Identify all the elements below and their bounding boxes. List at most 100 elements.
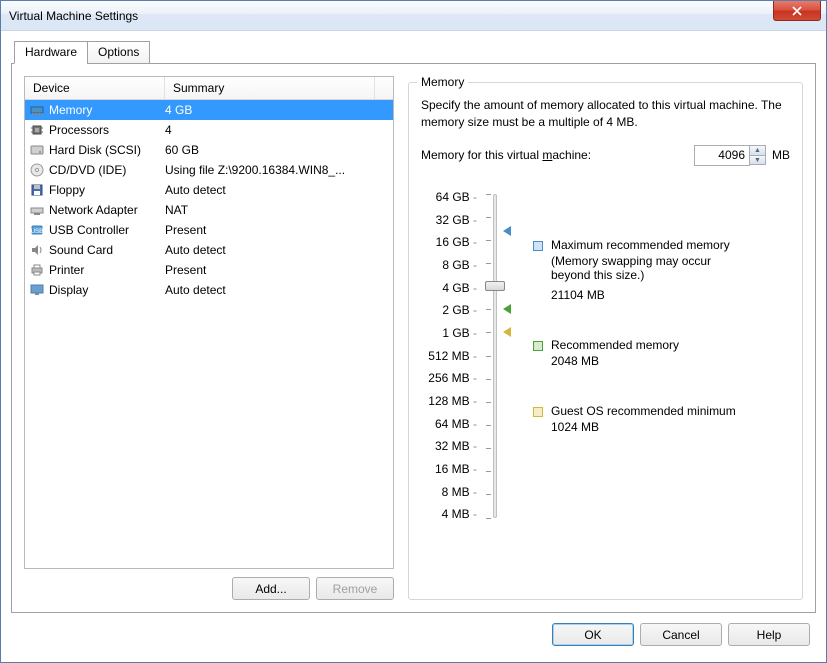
- slider-tick-marks: [486, 194, 491, 518]
- device-label: Printer: [49, 263, 84, 277]
- table-row[interactable]: Display Auto detect: [25, 280, 393, 300]
- table-row[interactable]: Processors 4: [25, 120, 393, 140]
- device-label: Processors: [49, 123, 109, 137]
- tick-label: 8 MB -: [427, 480, 477, 503]
- device-label: USB Controller: [49, 223, 129, 237]
- marker-recommended-icon: [503, 304, 511, 314]
- device-list[interactable]: Device Summary Memory 4 GB Processors 4 Hard…: [24, 76, 394, 569]
- memory-spinner: ▲ ▼: [694, 145, 766, 166]
- tick-label: 512 MB -: [427, 344, 477, 367]
- spin-up[interactable]: ▲: [750, 145, 766, 155]
- list-buttons: Add... Remove: [24, 577, 394, 600]
- device-summary: 60 GB: [165, 143, 389, 157]
- memory-group: Memory Specify the amount of memory allo…: [408, 82, 803, 600]
- close-icon: [792, 6, 802, 16]
- device-summary: NAT: [165, 203, 389, 217]
- device-label: Sound Card: [49, 243, 113, 257]
- slider-thumb[interactable]: [485, 281, 505, 291]
- marker-max-icon: [503, 226, 511, 236]
- memory-input-row: Memory for this virtual machine: ▲ ▼ MB: [421, 145, 790, 166]
- window-title: Virtual Machine Settings: [9, 9, 138, 23]
- tick-label: 32 GB -: [427, 208, 477, 231]
- legend-recommended: Recommended memory 2048 MB: [533, 338, 743, 368]
- help-button[interactable]: Help: [728, 623, 810, 646]
- device-label: Display: [49, 283, 88, 297]
- tick-label: 32 MB -: [427, 435, 477, 458]
- titlebar: Virtual Machine Settings: [1, 1, 826, 31]
- close-button[interactable]: [773, 1, 821, 21]
- col-summary[interactable]: Summary: [165, 77, 375, 99]
- device-label: Floppy: [49, 183, 85, 197]
- square-green-icon: [533, 341, 543, 351]
- detail-panel: Memory Specify the amount of memory allo…: [408, 76, 803, 600]
- spin-down[interactable]: ▼: [750, 155, 766, 165]
- net-icon: [29, 202, 45, 218]
- memory-legend: Maximum recommended memory (Memory swapp…: [533, 186, 743, 546]
- dialog-buttons: OK Cancel Help: [11, 613, 816, 652]
- tick-label: 16 GB -: [427, 231, 477, 254]
- svg-text:USB: USB: [31, 229, 43, 235]
- square-yellow-icon: [533, 407, 543, 417]
- memory-input[interactable]: [694, 145, 750, 166]
- tick-label: 1 GB -: [427, 322, 477, 345]
- table-row[interactable]: Printer Present: [25, 260, 393, 280]
- list-body: Memory 4 GB Processors 4 Hard Disk (SCSI) 60 …: [25, 100, 393, 300]
- cancel-button[interactable]: Cancel: [640, 623, 722, 646]
- tick-label: 2 GB -: [427, 299, 477, 322]
- legend-max: Maximum recommended memory (Memory swapp…: [533, 238, 743, 302]
- list-header: Device Summary: [25, 77, 393, 100]
- table-row[interactable]: Floppy Auto detect: [25, 180, 393, 200]
- table-row[interactable]: CD/DVD (IDE)Using file Z:\9200.16384.WIN…: [25, 160, 393, 180]
- device-label: Memory: [49, 103, 92, 117]
- tick-label: 4 GB -: [427, 276, 477, 299]
- table-row[interactable]: Sound CardAuto detect: [25, 240, 393, 260]
- tick-label: 8 GB -: [427, 254, 477, 277]
- table-row[interactable]: USB USB Controller Present: [25, 220, 393, 240]
- tick-label: 256 MB -: [427, 367, 477, 390]
- device-label: Network Adapter: [49, 203, 138, 217]
- tab-hardware[interactable]: Hardware: [14, 41, 88, 64]
- memory-label: Memory for this virtual machine:: [421, 148, 688, 162]
- memory-icon: [29, 102, 45, 118]
- device-summary: 4 GB: [165, 103, 389, 117]
- device-summary: Auto detect: [165, 183, 389, 197]
- sound-icon: [29, 242, 45, 258]
- cd-icon: [29, 162, 45, 178]
- device-label: Hard Disk (SCSI): [49, 143, 141, 157]
- tick-label: 16 MB -: [427, 458, 477, 481]
- floppy-icon: [29, 182, 45, 198]
- content: Hardware Options Device Summary Memory 4 …: [1, 31, 826, 662]
- table-row[interactable]: Hard Disk (SCSI) 60 GB: [25, 140, 393, 160]
- marker-min-icon: [503, 327, 511, 337]
- slider-track-wrap: [481, 186, 511, 526]
- usb-icon: USB: [29, 222, 45, 238]
- device-summary: Present: [165, 223, 389, 237]
- table-row[interactable]: Network Adapter NAT: [25, 200, 393, 220]
- col-device[interactable]: Device: [25, 77, 165, 99]
- table-row[interactable]: Memory 4 GB: [25, 100, 393, 120]
- printer-icon: [29, 262, 45, 278]
- settings-window: Virtual Machine Settings Hardware Option…: [0, 0, 827, 663]
- memory-group-label: Memory: [417, 75, 468, 89]
- tick-label: 4 MB -: [427, 503, 477, 526]
- tick-label: 64 MB -: [427, 412, 477, 435]
- hdd-icon: [29, 142, 45, 158]
- ok-button[interactable]: OK: [552, 623, 634, 646]
- spin-buttons: ▲ ▼: [750, 145, 766, 165]
- slider-tick-labels: 64 GB -32 GB -16 GB -8 GB -4 GB -2 GB -1…: [427, 186, 477, 526]
- tabstrip: Hardware Options: [14, 41, 816, 64]
- memory-slider-area: 64 GB -32 GB -16 GB -8 GB -4 GB -2 GB -1…: [427, 186, 790, 546]
- device-summary: Auto detect: [165, 283, 389, 297]
- memory-description: Specify the amount of memory allocated t…: [421, 97, 790, 131]
- legend-min: Guest OS recommended minimum 1024 MB: [533, 404, 743, 434]
- device-panel: Device Summary Memory 4 GB Processors 4 Hard…: [24, 76, 394, 600]
- device-summary: 4: [165, 123, 389, 137]
- add-button[interactable]: Add...: [232, 577, 310, 600]
- device-summary: Using file Z:\9200.16384.WIN8_...: [165, 163, 389, 177]
- remove-button[interactable]: Remove: [316, 577, 394, 600]
- tick-label: 128 MB -: [427, 390, 477, 413]
- tab-options[interactable]: Options: [87, 41, 150, 64]
- square-blue-icon: [533, 241, 543, 251]
- slider-track[interactable]: [493, 194, 497, 518]
- device-summary: Present: [165, 263, 389, 277]
